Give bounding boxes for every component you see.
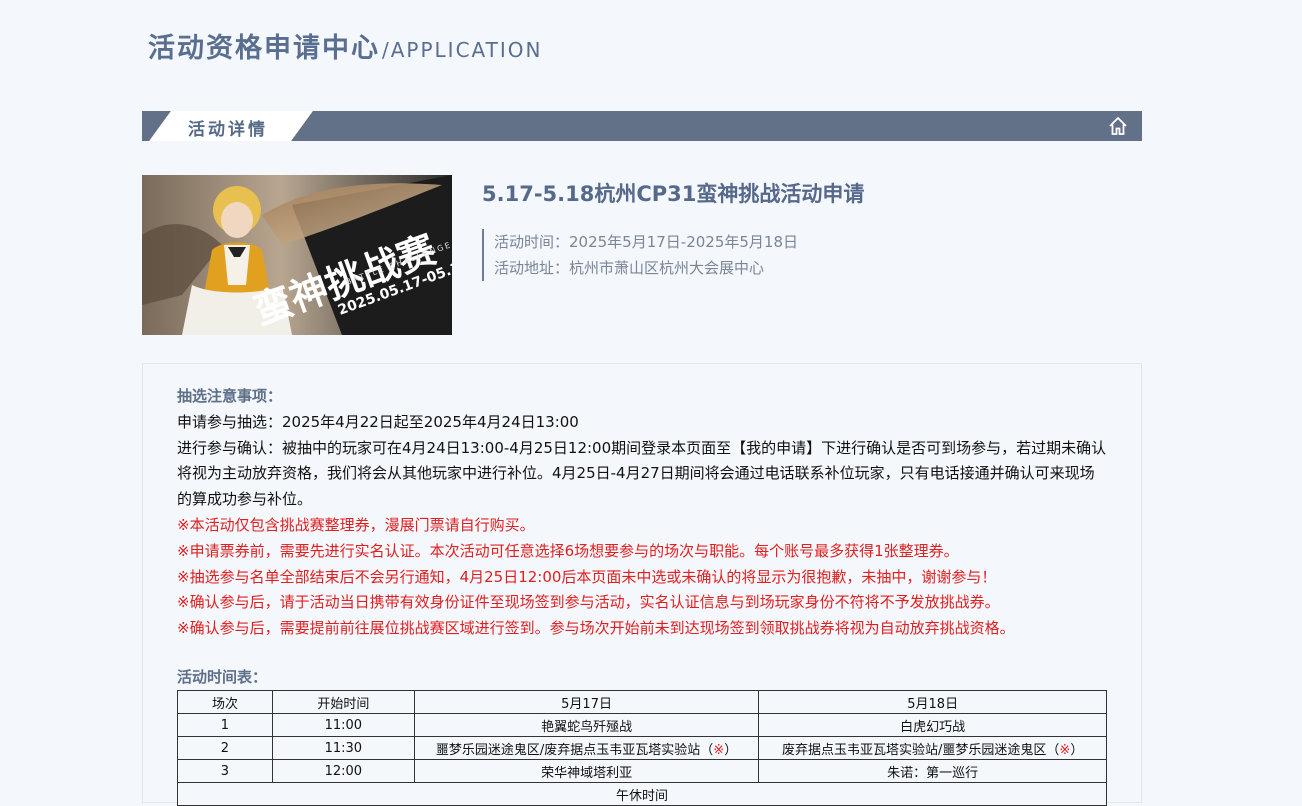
table-row: 1 11:00 艳翼蛇鸟歼殛战 白虎幻巧战: [177, 713, 1107, 737]
cell-d18: 白虎幻巧战: [758, 713, 1107, 737]
notice-warning: ※确认参与后，请于活动当日携带有效身份证件至现场签到参与活动，实名认证信息与到场…: [177, 593, 1000, 612]
table-row: 午休时间: [177, 782, 1107, 806]
column-header: 5月18日: [758, 690, 1107, 714]
schedule-heading: 活动时间表：: [177, 668, 268, 686]
cell-time: 11:30: [271, 736, 415, 760]
notice-line: 申请参与抽选：2025年4月22日起至2025年4月24日13:00: [177, 412, 579, 431]
section-tab-label: 活动详情: [188, 120, 268, 140]
cell-no: 3: [177, 759, 273, 783]
cell-d17: 艳翼蛇鸟歼殛战: [413, 713, 760, 737]
event-place: 活动地址：杭州市萧山区杭州大会展中心: [494, 259, 765, 277]
notice-panel: 抽选注意事项： 申请参与抽选：2025年4月22日起至2025年4月24日13:…: [142, 363, 1142, 806]
cell-d18: 废弃据点玉韦亚瓦塔实验站/噩梦乐园迷途鬼区（※）: [758, 736, 1107, 760]
notice-line: 进行参与确认：被抽中的玩家可在4月24日13:00-4月25日12:00期间登录…: [177, 438, 1107, 509]
cell-text-tail: ）: [1070, 742, 1084, 758]
schedule-table: 场次 开始时间 5月17日 5月18日 1 11:00 艳翼蛇鸟歼殛战 白虎幻巧…: [177, 690, 1107, 806]
note-mark: ※: [713, 742, 725, 758]
table-row: 3 12:00 荣华神域塔利亚 朱诺：第一巡行: [177, 759, 1107, 783]
page-title-sub: /APPLICATION: [382, 38, 543, 62]
section-bar: 活动详情: [142, 111, 1142, 141]
page-title-main: 活动资格申请中心: [148, 33, 380, 64]
note-mark: ※: [1059, 742, 1071, 758]
column-header: 5月17日: [413, 690, 760, 714]
event-banner-image: 蛮神挑战赛 BATTLE CHALLENGE 2025.05.17-05.18: [142, 175, 452, 335]
column-header: 开始时间: [271, 690, 415, 714]
cell-text-tail: ）: [724, 742, 738, 758]
notice-heading: 抽选注意事项：: [177, 387, 283, 405]
cell-time: 11:00: [271, 713, 415, 737]
cell-d17: 荣华神域塔利亚: [413, 759, 760, 783]
notice-warning: ※申请票券前，需要先进行实名认证。本次活动可任意选择6场想要参与的场次与职能。每…: [177, 541, 959, 560]
event-time: 活动时间：2025年5月17日-2025年5月18日: [494, 233, 799, 251]
cell-d18: 朱诺：第一巡行: [758, 759, 1107, 783]
cell-text: 噩梦乐园迷途鬼区/废弃据点玉韦亚瓦塔实验站（: [435, 742, 714, 758]
page-title: 活动资格申请中心 /APPLICATION: [148, 26, 543, 65]
notice-content: 抽选注意事项： 申请参与抽选：2025年4月22日起至2025年4月24日13:…: [177, 384, 1107, 642]
event-title: 5.17-5.18杭州CP31蛮神挑战活动申请: [482, 182, 865, 206]
notice-warning: ※确认参与后，需要提前前往展位挑战赛区域进行签到。参与场次开始前未到达现场签到领…: [177, 619, 1015, 638]
event-meta: 活动时间：2025年5月17日-2025年5月18日 活动地址：杭州市萧山区杭州…: [482, 229, 798, 281]
home-icon[interactable]: [1108, 116, 1128, 136]
cell-no: 1: [177, 713, 273, 737]
column-header: 场次: [177, 690, 273, 714]
cell-no: 2: [177, 736, 273, 760]
table-row: 2 11:30 噩梦乐园迷途鬼区/废弃据点玉韦亚瓦塔实验站（※） 废弃据点玉韦亚…: [177, 736, 1107, 760]
notice-warning: ※抽选参与名单全部结束后不会另行通知，4月25日12:00后本页面未中选或未确认…: [177, 567, 997, 586]
cell-d17: 噩梦乐园迷途鬼区/废弃据点玉韦亚瓦塔实验站（※）: [413, 736, 760, 760]
notice-warning: ※本活动仅包含挑战赛整理券，漫展门票请自行购买。: [177, 515, 535, 534]
cell-text: 废弃据点玉韦亚瓦塔实验站/噩梦乐园迷途鬼区（: [782, 742, 1060, 758]
schedule-header-row: 场次 开始时间 5月17日 5月18日: [177, 690, 1107, 714]
cell-time: 12:00: [271, 759, 415, 783]
cell-break: 午休时间: [177, 782, 1107, 806]
